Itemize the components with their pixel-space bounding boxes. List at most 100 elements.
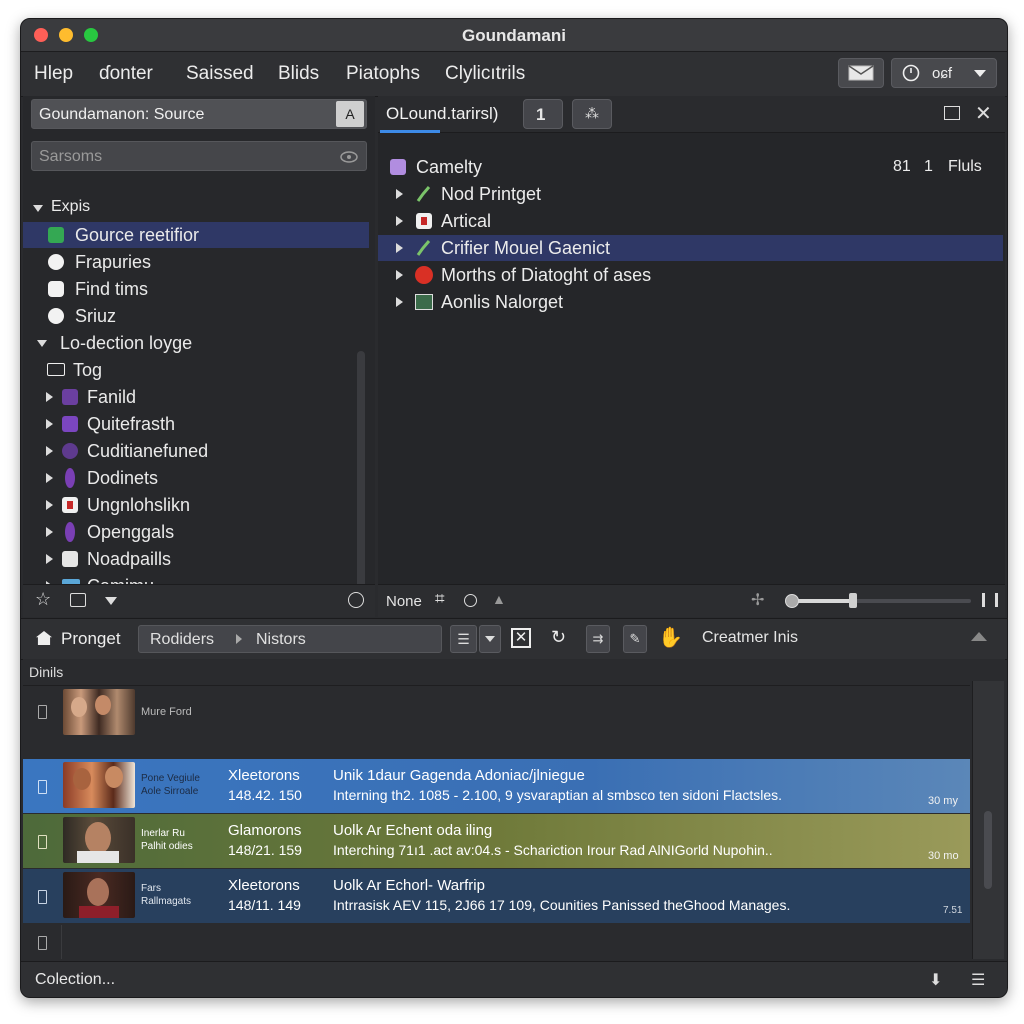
disclosure-down-icon[interactable] [37, 340, 47, 347]
row-right: 7.51 [943, 905, 963, 916]
disclosure-right-icon[interactable] [396, 243, 403, 253]
sort-icon[interactable]: A [336, 101, 364, 127]
tree-item[interactable]: Dodinets [23, 465, 369, 491]
tree-item-selected[interactable]: Gource reetifior [23, 222, 369, 248]
left-scrollbar[interactable] [357, 351, 365, 599]
zoom-out-icon[interactable]: ✢ [751, 590, 764, 610]
list-row-empty[interactable] [23, 925, 970, 959]
person-icon[interactable]: ▲ [492, 591, 506, 607]
tree-item[interactable]: Fanild [23, 384, 369, 410]
disclosure-down-icon[interactable] [33, 205, 43, 212]
home-label[interactable]: Pronget [61, 629, 121, 649]
photo-icon[interactable] [70, 593, 86, 607]
eye-icon[interactable] [340, 151, 358, 163]
clock-dropdown-button[interactable]: oɕf [891, 58, 997, 88]
tree-item[interactable]: Sriuz [23, 303, 369, 329]
disclosure-right-icon[interactable] [396, 297, 403, 307]
edit-button[interactable]: ✎ [623, 625, 647, 653]
menu-item-3[interactable]: Saissed [186, 63, 254, 85]
settings-icon[interactable] [348, 592, 364, 608]
tree-item[interactable]: Ungnlohslikn [23, 492, 369, 518]
row-handle-icon[interactable] [38, 835, 47, 849]
source-search-field[interactable]: Sarsoms [31, 141, 367, 171]
row-col2-top: Unik 1daur Gagenda Adoniac/jlniegue [333, 767, 585, 784]
menu-item-5[interactable]: Piatophs [346, 63, 420, 85]
disclosure-right-icon[interactable] [46, 392, 53, 402]
row-handle-icon[interactable] [38, 780, 47, 794]
tab-active[interactable]: OLound.tarirsl) [386, 104, 498, 124]
menu-item-6[interactable]: Clylicıtrils [445, 63, 525, 85]
lower-toolbar-right-label[interactable]: Creatmer Inis [702, 629, 798, 647]
zoom-slider[interactable] [785, 593, 971, 608]
row-col1-bottom: 148.42. 150 [228, 787, 302, 803]
grid-view-icon[interactable] [944, 106, 960, 120]
tree-item[interactable]: Openggals [23, 519, 369, 545]
mail-button[interactable] [838, 58, 884, 88]
disclosure-right-icon[interactable] [46, 473, 53, 483]
thumbnail-image [63, 872, 135, 918]
tab-count-button[interactable]: 1 [523, 99, 563, 129]
chevron-down-icon[interactable] [105, 597, 117, 605]
reject-icon[interactable]: ✕ [511, 628, 531, 648]
detail-item[interactable]: Artical [378, 208, 1003, 234]
filter-button[interactable]: ⁂ [572, 99, 612, 129]
disclosure-right-icon[interactable] [396, 270, 403, 280]
zoom-slider-start-knob[interactable] [785, 594, 799, 608]
list-scrollbar-thumb[interactable] [984, 811, 992, 889]
menu-item-4[interactable]: Blids [278, 63, 319, 85]
breadcrumb-item-1[interactable]: Rodiders [150, 631, 214, 649]
disclosure-right-icon[interactable] [46, 500, 53, 510]
group-icon [62, 443, 78, 459]
row-col1-bottom: 148/11. 149 [228, 897, 301, 913]
hand-icon[interactable]: ✋ [658, 625, 683, 650]
download-icon[interactable]: ⬇ [929, 970, 942, 990]
close-icon[interactable]: ✕ [975, 101, 992, 126]
menu-item-1[interactable]: Hlep [34, 63, 73, 85]
eject-icon[interactable] [971, 632, 987, 641]
lower-toolbar: Pronget Rodiders Nistors ☰ ✕ ↻ ⇉ ✎ ✋ Cre… [21, 618, 1007, 660]
disclosure-right-icon[interactable] [46, 419, 53, 429]
row-small-bottom: Aole Sirroale [141, 786, 199, 797]
tag-icon [47, 363, 65, 376]
list-row[interactable]: Mure Ford [23, 686, 970, 740]
menu-icon[interactable]: ☰ [971, 970, 985, 990]
list-row[interactable]: Pone Vegiule Aole Sirroale Xleetorons 14… [23, 759, 970, 813]
detail-item[interactable]: Aonlis Nalorget [378, 289, 1003, 315]
tree-item[interactable]: Noadpaills [23, 546, 369, 572]
tree-group-2[interactable]: Lo-dection loyge [23, 330, 369, 356]
circle-icon[interactable] [464, 594, 477, 607]
row-handle-icon[interactable] [38, 936, 47, 950]
breadcrumb-item-2[interactable]: Nistors [256, 631, 306, 649]
home-icon[interactable] [36, 631, 52, 645]
menu-item-2[interactable]: ɗonter [99, 63, 153, 85]
source-header-field[interactable]: Goundamanon: Source A [31, 99, 367, 129]
list-view-button[interactable]: ☰ [450, 625, 477, 653]
tree-item[interactable]: Frapuries [23, 249, 369, 275]
view-dropdown-button[interactable] [479, 625, 501, 653]
disclosure-right-icon[interactable] [46, 554, 53, 564]
row-handle-icon[interactable] [38, 705, 47, 719]
zoom-slider-knob[interactable] [849, 593, 857, 608]
disclosure-right-icon[interactable] [396, 189, 403, 199]
tree-item[interactable]: Quitefrasth [23, 411, 369, 437]
detail-item[interactable]: Nod Printget [378, 181, 1003, 207]
tree-item[interactable]: Tog [23, 357, 369, 383]
list-row[interactable]: Fars Rallmagats Xleetorons 148/11. 149 U… [23, 869, 970, 923]
tab-count: 1 [536, 105, 546, 124]
list-scrollbar-track[interactable] [972, 681, 1004, 959]
disclosure-right-icon[interactable] [46, 527, 53, 537]
tree-group-1[interactable]: Expis [23, 195, 369, 221]
share-button[interactable]: ⇉ [586, 625, 610, 653]
tree-item[interactable]: Find tims [23, 276, 369, 302]
star-icon[interactable]: ☆ [35, 589, 51, 610]
detail-item[interactable]: Morths of Diatoght of ases [378, 262, 1003, 288]
crop-icon[interactable]: ⌗ [435, 589, 445, 609]
columns-icon[interactable] [982, 593, 998, 607]
tree-item[interactable]: Cuditianefuned [23, 438, 369, 464]
refresh-icon[interactable]: ↻ [551, 627, 566, 648]
row-handle-icon[interactable] [38, 890, 47, 904]
disclosure-right-icon[interactable] [396, 216, 403, 226]
detail-item-selected[interactable]: Crifier Mouel Gaenict [378, 235, 1003, 261]
disclosure-right-icon[interactable] [46, 446, 53, 456]
list-row[interactable]: Inerlar Ru Palhit odies Glamorons 148/21… [23, 814, 970, 868]
